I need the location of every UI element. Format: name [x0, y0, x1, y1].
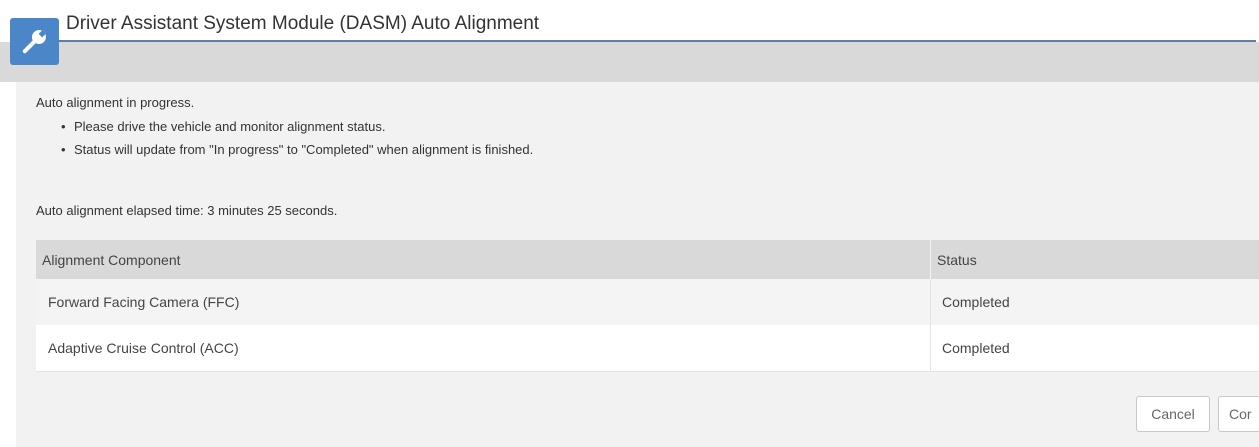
dasm-auto-alignment-window: Driver Assistant System Module (DASM) Au… — [0, 0, 1259, 447]
column-header-status: Status — [930, 240, 1259, 279]
instruction-item: Please drive the vehicle and monitor ali… — [61, 118, 533, 141]
progress-message: Auto alignment in progress. — [36, 95, 195, 110]
window-title: Driver Assistant System Module (DASM) Au… — [66, 13, 540, 34]
instruction-list: Please drive the vehicle and monitor ali… — [61, 118, 533, 164]
component-cell: Forward Facing Camera (FFC) — [48, 294, 240, 310]
cancel-button[interactable]: Cancel — [1136, 396, 1210, 432]
table-row: Forward Facing Camera (FFC) Completed — [36, 279, 1259, 325]
component-cell: Adaptive Cruise Control (ACC) — [36, 325, 931, 372]
header-band — [0, 42, 1259, 82]
table-row: Adaptive Cruise Control (ACC) Completed — [36, 325, 1259, 372]
column-header-component: Alignment Component — [42, 251, 181, 268]
continue-button[interactable]: Cor — [1218, 396, 1259, 432]
instruction-item: Status will update from "In progress" to… — [61, 141, 533, 164]
elapsed-time: Auto alignment elapsed time: 3 minutes 2… — [36, 203, 338, 218]
title-bar: Driver Assistant System Module (DASM) Au… — [0, 0, 1259, 42]
table-header-row: Alignment Component Status — [36, 240, 1259, 279]
wrench-icon — [10, 18, 59, 65]
content-panel: Auto alignment in progress. Please drive… — [16, 82, 1259, 447]
status-cell: Completed — [930, 325, 1259, 372]
status-cell: Completed — [930, 279, 1259, 325]
alignment-table: Alignment Component Status Forward Facin… — [36, 240, 1259, 372]
